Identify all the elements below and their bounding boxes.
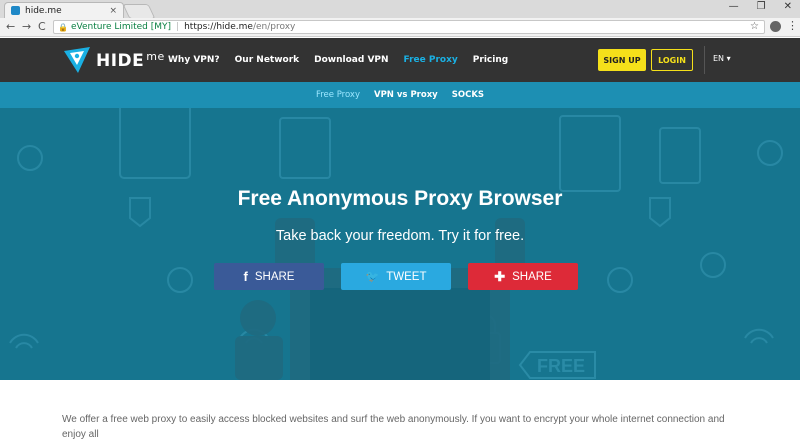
login-button[interactable]: LOGIN <box>651 49 693 71</box>
main-nav: Why VPN? Our Network Download VPN Free P… <box>168 38 508 82</box>
tab-title: hide.me <box>25 5 62 16</box>
logo-text: HIDE me <box>96 49 165 71</box>
signup-button[interactable]: SIGN UP <box>598 49 646 71</box>
intro-paragraph: We offer a free web proxy to easily acce… <box>62 414 725 440</box>
hero-title: Free Anonymous Proxy Browser <box>237 187 563 210</box>
site-organization: eVenture Limited [MY] <box>70 22 172 32</box>
twitter-tweet-label: TWEET <box>386 270 427 283</box>
reload-button[interactable]: C <box>38 20 46 33</box>
facebook-icon: f <box>243 269 248 284</box>
facebook-share-label: SHARE <box>254 270 295 283</box>
twitter-icon: 🐦 <box>365 271 380 283</box>
bookmark-star-icon[interactable]: ☆ <box>750 21 759 32</box>
browser-menu-icon[interactable]: ⋮ <box>787 19 798 32</box>
maximize-button[interactable]: ❐ <box>757 1 766 12</box>
nav-download-vpn[interactable]: Download VPN <box>314 55 388 65</box>
free-badge: FREE <box>537 356 585 376</box>
nav-free-proxy[interactable]: Free Proxy <box>404 55 458 65</box>
back-button[interactable]: ← <box>6 20 15 33</box>
nav-why-vpn[interactable]: Why VPN? <box>168 55 220 65</box>
forward-button[interactable]: → <box>22 20 31 33</box>
plus-icon: ✚ <box>494 268 506 284</box>
browser-toolbar: ← → C 🔒 eVenture Limited [MY] | https://… <box>0 18 800 37</box>
hero-subtitle: Take back your freedom. Try it for free. <box>275 228 525 244</box>
extension-icon[interactable] <box>770 21 781 32</box>
sub-nav: Free Proxy VPN vs Proxy SOCKS <box>0 82 800 108</box>
google-plus-share-button[interactable]: ✚ SHARE <box>468 263 578 290</box>
subnav-socks[interactable]: SOCKS <box>452 90 484 100</box>
window-controls: — ❐ ✕ <box>729 1 792 12</box>
browser-tab[interactable]: hide.me × <box>4 2 124 18</box>
subnav-vpn-vs-proxy[interactable]: VPN vs Proxy <box>374 90 438 100</box>
divider <box>704 46 705 74</box>
minimize-button[interactable]: — <box>729 1 739 12</box>
logo-icon <box>64 47 90 73</box>
tab-close-icon[interactable]: × <box>109 6 117 16</box>
url-host: https://hide.me <box>184 22 253 32</box>
url-path: /en/proxy <box>252 22 296 32</box>
subnav-free-proxy[interactable]: Free Proxy <box>316 90 360 100</box>
favicon-icon <box>11 6 20 15</box>
nav-pricing[interactable]: Pricing <box>473 55 508 65</box>
hero-background-illustration: FREE <box>9 108 783 380</box>
language-selector[interactable]: EN ▾ <box>713 54 731 63</box>
logo[interactable]: HIDE me <box>62 45 165 75</box>
nav-our-network[interactable]: Our Network <box>235 55 300 65</box>
twitter-tweet-button[interactable]: 🐦 TWEET <box>341 263 451 290</box>
address-bar[interactable]: 🔒 eVenture Limited [MY] | https://hide.m… <box>53 20 765 34</box>
google-plus-share-label: SHARE <box>512 270 552 283</box>
lock-icon: 🔒 <box>58 22 68 32</box>
hero-section: FREE Free Anonymous Proxy Browser Take b… <box>0 108 800 380</box>
close-window-button[interactable]: ✕ <box>784 1 792 12</box>
new-tab-button[interactable] <box>122 4 156 19</box>
site-header: HIDE me Why VPN? Our Network Download VPN… <box>0 38 800 82</box>
facebook-share-button[interactable]: f SHARE <box>214 263 324 290</box>
address-separator: | <box>176 22 180 32</box>
browser-tabstrip: hide.me × — ❐ ✕ <box>0 0 800 19</box>
